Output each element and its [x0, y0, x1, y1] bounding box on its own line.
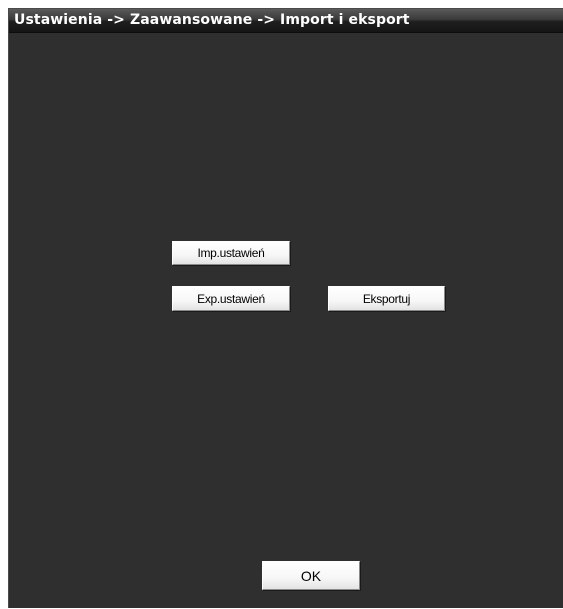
settings-window: Ustawienia -> Zaawansowane -> Import i e…	[8, 8, 563, 608]
window-title: Ustawienia -> Zaawansowane -> Import i e…	[14, 12, 410, 28]
ok-button[interactable]: OK	[262, 561, 360, 590]
export-settings-button[interactable]: Exp.ustawień	[172, 286, 290, 311]
export-button[interactable]: Eksportuj	[328, 286, 445, 311]
import-export-panel: Imp.ustawień Exp.ustawień Eksportuj OK	[9, 33, 563, 609]
title-bar: Ustawienia -> Zaawansowane -> Import i e…	[9, 9, 563, 33]
import-settings-button[interactable]: Imp.ustawień	[172, 241, 290, 265]
